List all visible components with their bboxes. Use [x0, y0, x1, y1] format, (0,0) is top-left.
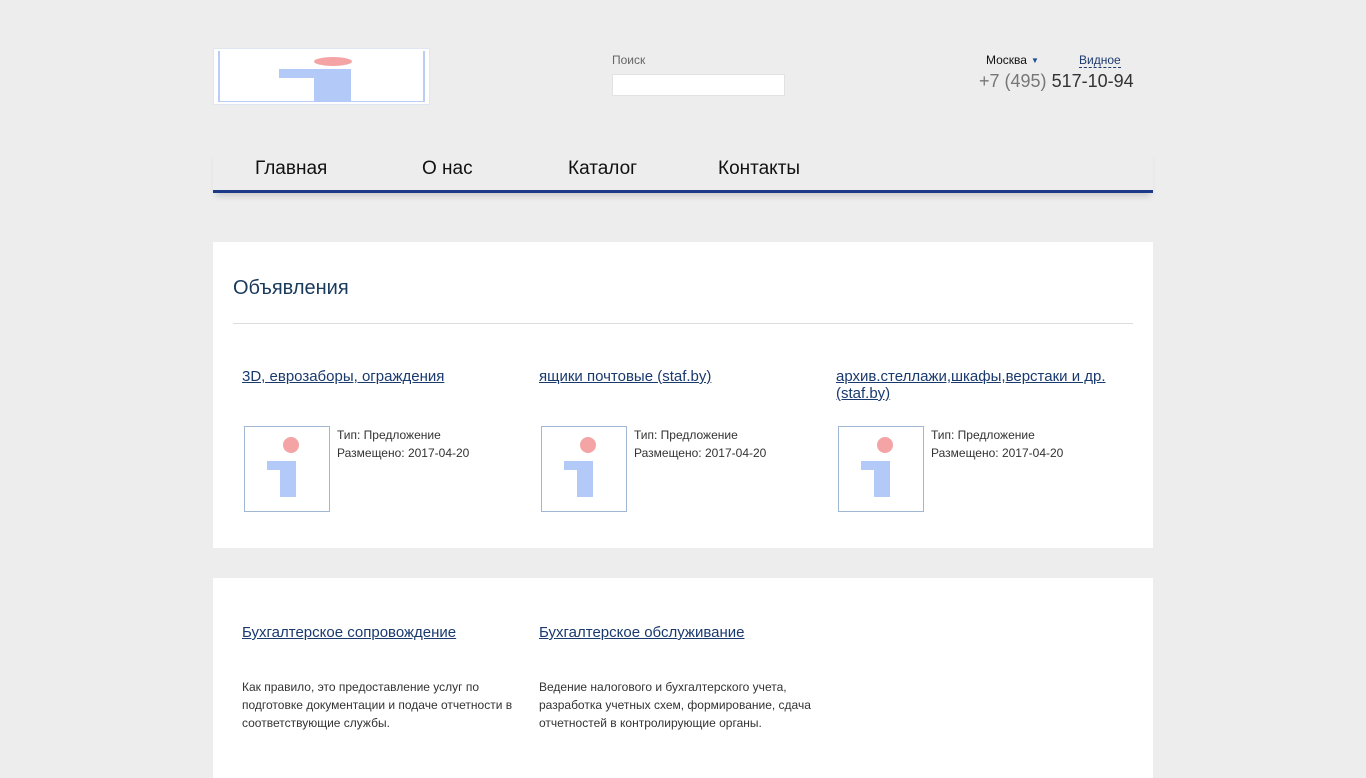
- logo-icon: [218, 51, 425, 102]
- city-selector[interactable]: Москва ▼: [986, 53, 1039, 67]
- service-description: Как правило, это предоставление услуг по…: [242, 680, 513, 730]
- service-card: Бухгалтерское обслуживание Ведение налог…: [539, 624, 819, 730]
- service-title-link[interactable]: Бухгалтерское обслуживание: [539, 624, 819, 641]
- phone-number: +7 (495) 517-10-94: [979, 71, 1134, 92]
- phone-code: +7 (495): [979, 71, 1047, 91]
- ad-card: 3D, еврозаборы, ограждения Тип: Предложе…: [242, 368, 522, 512]
- search-input[interactable]: [612, 74, 785, 96]
- ad-card: ящики почтовые (staf.by) Тип: Предложени…: [539, 368, 819, 512]
- search-label: Поиск: [612, 53, 646, 67]
- ad-type: Тип: Предложение: [337, 428, 441, 442]
- service-title-link[interactable]: Бухгалтерское сопровождение: [242, 624, 522, 641]
- ads-panel: Объявления 3D, еврозаборы, ограждения Ти…: [213, 242, 1153, 548]
- placeholder-image-icon[interactable]: [838, 426, 924, 512]
- ad-date: Размещено: 2017-04-20: [337, 446, 470, 460]
- nav-item-catalog[interactable]: Каталог: [568, 158, 637, 180]
- ad-meta: Тип: Предложение Размещено: 2017-04-20: [337, 426, 469, 462]
- ad-meta: Тип: Предложение Размещено: 2017-04-20: [931, 426, 1063, 462]
- nav-item-about[interactable]: О нас: [422, 158, 473, 180]
- ad-type: Тип: Предложение: [931, 428, 1035, 442]
- ad-type: Тип: Предложение: [634, 428, 738, 442]
- services-panel: Бухгалтерское сопровождение Как правило,…: [213, 578, 1153, 778]
- ad-title-link[interactable]: 3D, еврозаборы, ограждения: [242, 368, 522, 385]
- ad-date: Размещено: 2017-04-20: [634, 446, 767, 460]
- nav-item-home[interactable]: Главная: [255, 158, 327, 180]
- ad-title-link[interactable]: ящики почтовые (staf.by): [539, 368, 819, 385]
- nav-item-contacts[interactable]: Контакты: [718, 158, 800, 180]
- ad-date: Размещено: 2017-04-20: [931, 446, 1064, 460]
- placeholder-image-icon[interactable]: [541, 426, 627, 512]
- caret-down-icon: ▼: [1030, 56, 1039, 66]
- ad-meta: Тип: Предложение Размещено: 2017-04-20: [634, 426, 766, 462]
- divider: [233, 323, 1133, 324]
- city-label: Москва: [986, 53, 1027, 67]
- page-title: Объявления: [233, 277, 349, 299]
- service-card: Бухгалтерское сопровождение Как правило,…: [242, 624, 522, 730]
- service-description: Ведение налогового и бухгалтерского учет…: [539, 680, 811, 730]
- ad-card: архив.стеллажи,шкафы,верстаки и др. (sta…: [836, 368, 1116, 512]
- ad-title-link[interactable]: архив.стеллажи,шкафы,верстаки и др. (sta…: [836, 368, 1116, 402]
- site-logo[interactable]: [213, 48, 430, 105]
- phone-digits: 517-10-94: [1051, 71, 1134, 91]
- city-link-vidnoe[interactable]: Видное: [1079, 53, 1121, 68]
- placeholder-image-icon[interactable]: [244, 426, 330, 512]
- main-navigation: Главная О нас Каталог Контакты: [213, 148, 1153, 193]
